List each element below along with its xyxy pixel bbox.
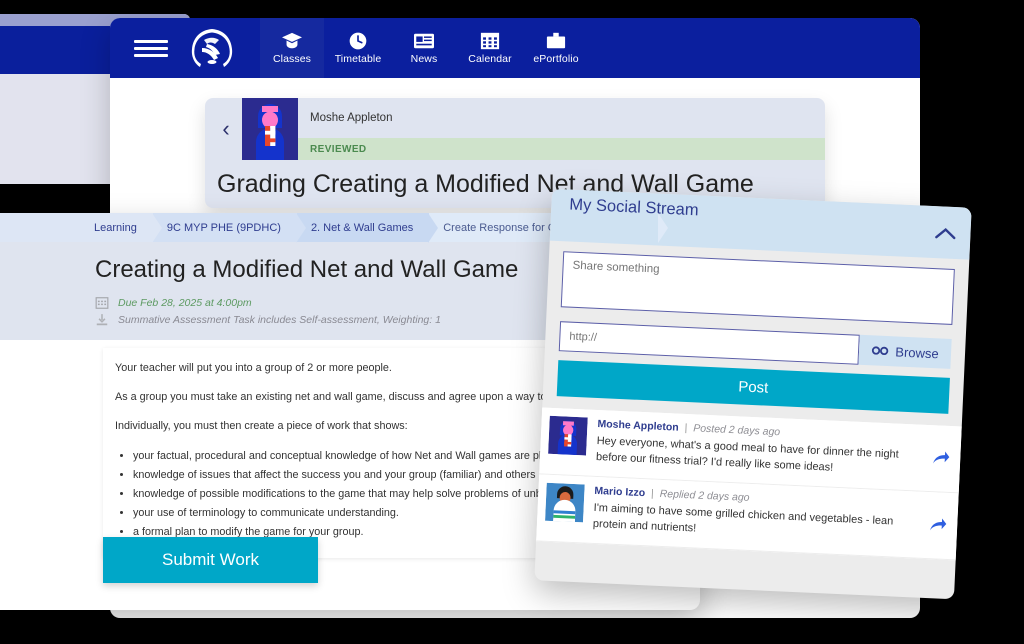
news-icon (414, 33, 434, 49)
hamburger-icon[interactable] (134, 31, 168, 65)
grading-student-meta: Moshe Appleton REVIEWED (298, 98, 825, 160)
url-input[interactable] (558, 321, 860, 365)
student-name: Moshe Appleton (310, 112, 393, 124)
top-navigation-bar: Classes Timetable News Calendar ePortfol… (110, 18, 920, 78)
student-avatar-icon (548, 415, 588, 456)
nav-item-timetable[interactable]: Timetable (326, 18, 390, 78)
post-button[interactable]: Post (556, 360, 950, 414)
status-badge: REVIEWED (298, 138, 825, 160)
grading-summary-card: ‹ Moshe Appleton REVIEWED Grading Creati… (205, 98, 825, 208)
nav-item-label: Timetable (334, 53, 382, 65)
chevron-up-icon[interactable] (934, 226, 957, 245)
social-feed: Moshe Appleton | Posted 2 days ago Hey e… (536, 407, 962, 561)
share-input[interactable] (560, 251, 955, 325)
student-avatar-icon (242, 98, 298, 160)
nav-item-label: Calendar (468, 53, 512, 65)
school-crest-icon (180, 22, 244, 74)
nav-item-label: ePortfolio (533, 53, 579, 65)
nav-item-calendar[interactable]: Calendar (458, 18, 522, 78)
briefcase-icon (546, 32, 566, 49)
post-timestamp: Posted 2 days ago (692, 422, 781, 439)
clock-icon (349, 32, 367, 50)
link-icon (871, 343, 890, 359)
social-stream-panel: My Social Stream Browse (534, 188, 972, 600)
assignment-due-text: Due Feb 28, 2025 at 4:00pm (118, 297, 252, 309)
screen-root: Classes Timetable News Calendar ePortfol… (0, 0, 1024, 644)
post-author[interactable]: Moshe Appleton (597, 418, 679, 434)
social-stream-title: My Social Stream (569, 195, 699, 220)
nav-item-eportfolio[interactable]: ePortfolio (524, 18, 588, 78)
student-avatar-icon-2 (545, 482, 585, 523)
browse-button[interactable]: Browse (858, 334, 952, 369)
share-arrow-icon[interactable] (929, 516, 948, 538)
page-title: Grading Creating a Modified Net and Wall… (217, 170, 754, 198)
breadcrumb-item-learning[interactable]: Learning (80, 213, 162, 243)
post-author[interactable]: Mario Izzo (594, 485, 645, 499)
url-row: Browse (558, 321, 952, 369)
calendar-icon (480, 32, 500, 50)
social-composer: Browse (545, 241, 970, 370)
nav-item-label: Classes (272, 53, 312, 65)
grading-student-row: ‹ Moshe Appleton REVIEWED (205, 98, 825, 160)
post-separator: | (650, 487, 655, 500)
feed-post-content: Moshe Appleton | Posted 2 days ago Hey e… (596, 418, 950, 482)
nav-item-classes[interactable]: Classes (260, 18, 324, 78)
nav-item-label: News (410, 53, 438, 65)
breadcrumb-item-unit[interactable]: 2. Net & Wall Games (296, 213, 439, 243)
chevron-left-icon[interactable]: ‹ (205, 98, 242, 160)
download-icon (95, 313, 109, 327)
browse-label: Browse (895, 343, 940, 361)
breadcrumb-item-class[interactable]: 9C MYP PHE (9PDHC) (152, 213, 307, 243)
calendar-icon (95, 296, 109, 310)
share-arrow-icon[interactable] (932, 449, 951, 471)
graduation-cap-icon (282, 32, 302, 49)
post-separator: | (684, 421, 688, 435)
feed-post-content: Mario Izzo | Replied 2 days ago I'm aimi… (593, 485, 947, 549)
post-timestamp: Replied 2 days ago (659, 487, 750, 504)
assignment-summary-text: Summative Assessment Task includes Self-… (118, 314, 441, 326)
nav-item-news[interactable]: News (392, 18, 456, 78)
submit-work-button[interactable]: Submit Work (103, 537, 318, 583)
